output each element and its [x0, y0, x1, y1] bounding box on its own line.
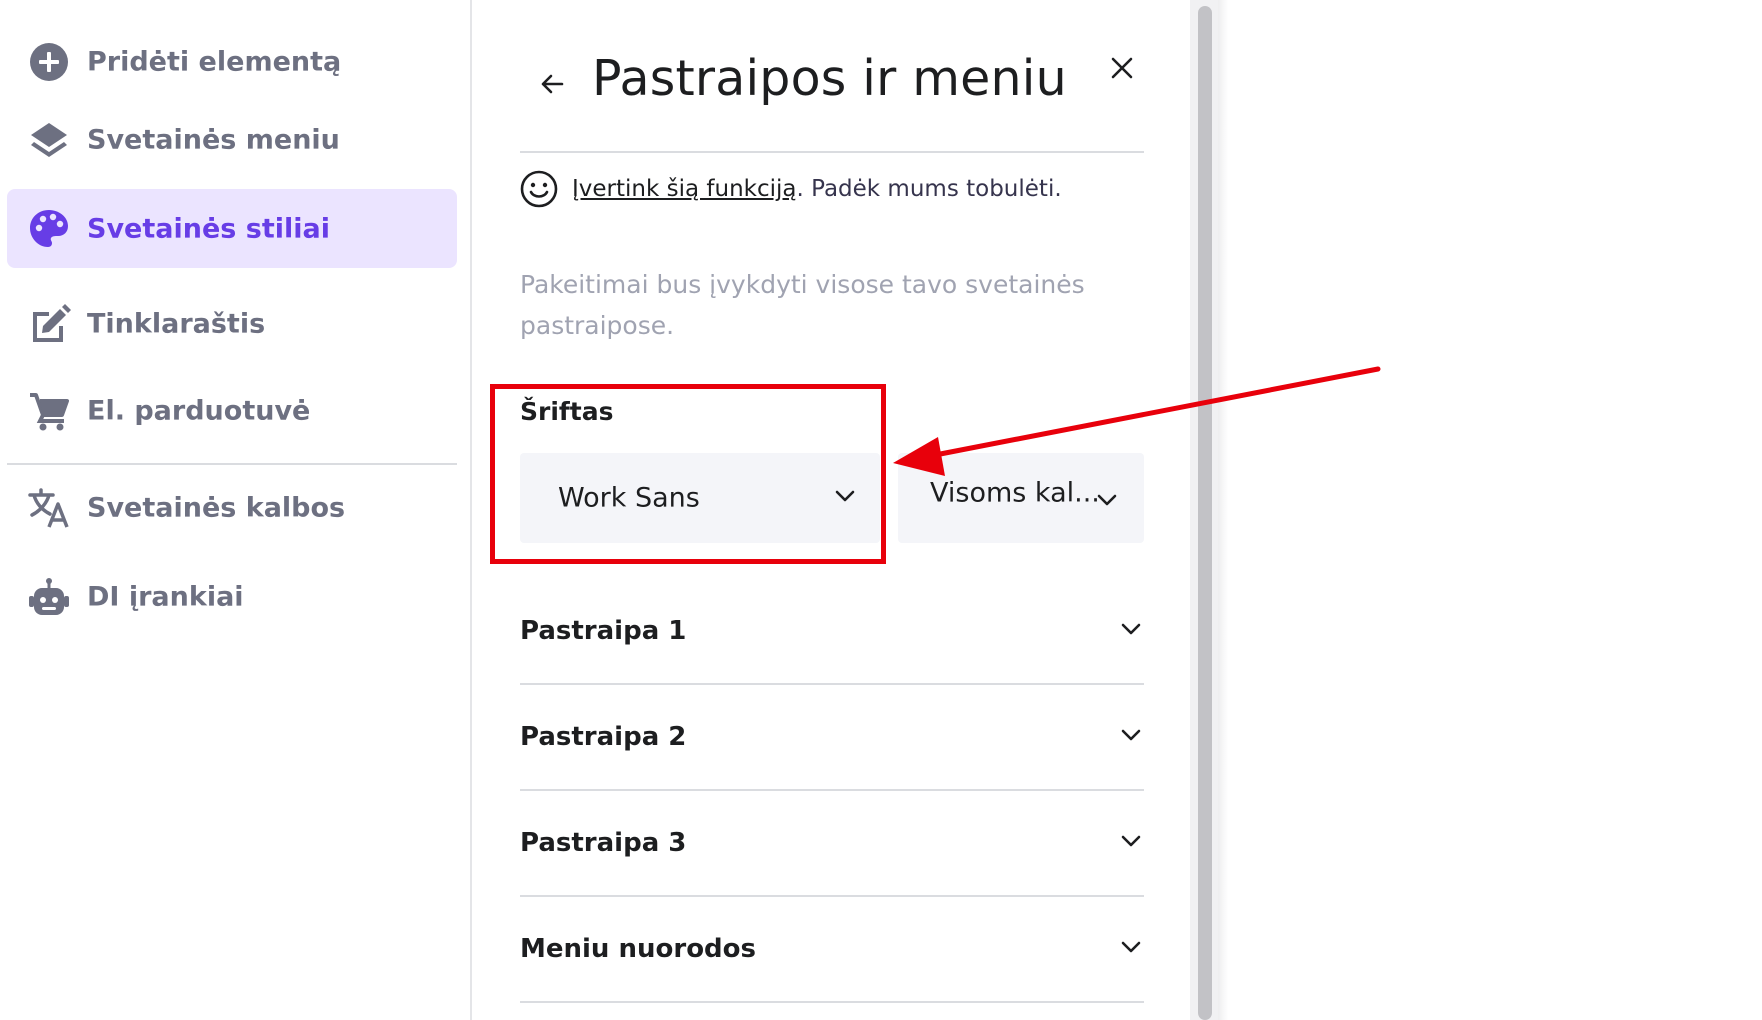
sidebar-item-label: Pridėti elementą — [87, 46, 342, 77]
layers-icon — [27, 118, 71, 162]
accordion-label: Meniu nuorodos — [520, 933, 757, 964]
page-title: Pastraipos ir meniu — [592, 50, 1067, 107]
accordion-paragraph-1[interactable]: Pastraipa 1 — [520, 578, 1144, 685]
chevron-down-icon — [1121, 941, 1141, 952]
sidebar-item-ai-tools[interactable]: DI įrankiai — [7, 557, 457, 636]
sidebar: Pridėti elementą Svetainės meniu Svetain… — [0, 0, 472, 1020]
sidebar-item-label: El. parduotuvė — [87, 395, 311, 426]
accordion-label: Pastraipa 3 — [520, 827, 687, 858]
cart-icon — [27, 389, 71, 433]
accordion-label: Pastraipa 1 — [520, 615, 687, 646]
sidebar-item-label: Svetainės kalbos — [87, 492, 346, 523]
sidebar-divider — [7, 463, 457, 465]
accordion-paragraph-2[interactable]: Pastraipa 2 — [520, 684, 1144, 791]
sidebar-item-site-menu[interactable]: Svetainės meniu — [7, 100, 457, 179]
sidebar-item-add-element[interactable]: Pridėti elementą — [7, 22, 457, 101]
chevron-down-icon — [1121, 729, 1141, 740]
chevron-down-icon — [1097, 494, 1117, 506]
sidebar-item-site-languages[interactable]: Svetainės kalbos — [7, 468, 457, 547]
sidebar-item-label: Tinklaraštis — [87, 308, 266, 339]
language-select[interactable]: Visoms kal... — [898, 453, 1144, 543]
feedback-row: Įvertink šią funkciją . Padėk mums tobul… — [518, 168, 1062, 210]
sidebar-item-blog[interactable]: Tinklaraštis — [7, 284, 457, 363]
helper-text: Pakeitimai bus įvykdyti visose tavo svet… — [520, 270, 1085, 340]
chevron-down-icon — [1121, 835, 1141, 846]
accordion-menu-links[interactable]: Meniu nuorodos — [520, 896, 1144, 1003]
app-root: Pridėti elementą Svetainės meniu Svetain… — [0, 0, 1762, 1020]
arrow-left-icon — [541, 74, 564, 94]
annotation-highlight-box — [490, 384, 886, 564]
sidebar-item-label: Svetainės stiliai — [87, 213, 330, 244]
palette-icon — [27, 207, 71, 251]
robot-icon — [27, 575, 71, 619]
sidebar-item-label: DI įrankiai — [87, 581, 244, 612]
accordion-paragraph-3[interactable]: Pastraipa 3 — [520, 790, 1144, 897]
rate-feature-link[interactable]: Įvertink šią funkciją — [572, 176, 797, 202]
plus-circle-icon — [27, 40, 71, 84]
header-divider — [520, 151, 1144, 153]
sidebar-item-site-styles[interactable]: Svetainės stiliai — [7, 189, 457, 268]
accordion-label: Pastraipa 2 — [520, 721, 687, 752]
panel-shadow — [1218, 0, 1228, 1020]
chevron-down-icon — [1121, 623, 1141, 634]
back-button[interactable] — [532, 64, 572, 104]
close-icon — [1111, 57, 1133, 79]
close-button[interactable] — [1102, 48, 1142, 88]
feedback-text: . Padėk mums tobulėti. — [796, 176, 1062, 202]
smile-icon — [520, 170, 558, 208]
language-select-value: Visoms kal... — [930, 477, 1100, 509]
edit-icon — [27, 302, 71, 346]
translate-icon — [27, 486, 71, 530]
scrollbar-thumb[interactable] — [1198, 6, 1212, 1020]
sidebar-item-label: Svetainės meniu — [87, 124, 340, 155]
sidebar-item-shop[interactable]: El. parduotuvė — [7, 371, 457, 450]
